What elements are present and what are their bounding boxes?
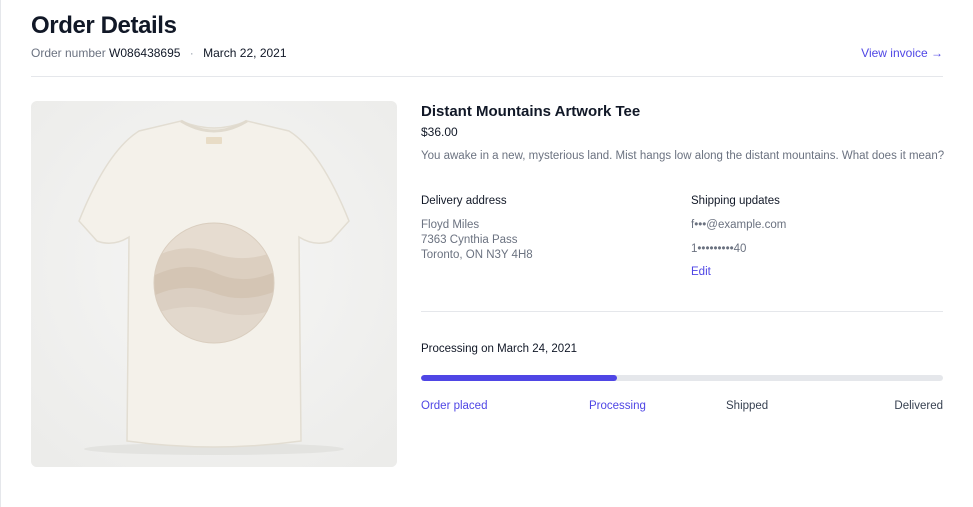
edit-shipping-link[interactable]: Edit bbox=[691, 266, 711, 278]
delivery-city: Toronto, ON N3Y 4H8 bbox=[421, 249, 533, 261]
section-divider bbox=[421, 311, 943, 312]
product-price: $36.00 bbox=[421, 125, 458, 139]
delivery-address-title: Delivery address bbox=[421, 195, 507, 207]
progress-bar-fill bbox=[421, 375, 617, 381]
processing-status: Processing on March 24, 2021 bbox=[421, 343, 577, 355]
step-delivered: Delivered bbox=[894, 400, 943, 412]
product-image bbox=[31, 101, 397, 467]
meta-separator: · bbox=[189, 46, 194, 60]
step-processing: Processing bbox=[589, 400, 646, 412]
shipping-phone: 1•••••••••40 bbox=[691, 243, 747, 255]
product-name: Distant Mountains Artwork Tee bbox=[421, 103, 641, 120]
step-order-placed: Order placed bbox=[421, 400, 488, 412]
delivery-name: Floyd Miles bbox=[421, 219, 480, 231]
product-description: You awake in a new, mysterious land. Mis… bbox=[421, 150, 945, 162]
header-divider bbox=[31, 76, 943, 77]
order-details-page: Order Details Order number W086438695 · … bbox=[0, 0, 973, 507]
step-shipped: Shipped bbox=[726, 400, 769, 412]
page-title: Order Details bbox=[31, 12, 177, 39]
order-meta: Order number W086438695 · March 22, 2021 bbox=[31, 46, 287, 60]
tshirt-icon bbox=[31, 101, 397, 467]
shipping-email: f•••@example.com bbox=[691, 219, 787, 231]
left-divider bbox=[0, 0, 1, 507]
shipping-updates-title: Shipping updates bbox=[691, 195, 780, 207]
order-date: March 22, 2021 bbox=[203, 46, 287, 60]
progress-bar bbox=[421, 375, 943, 381]
view-invoice-link[interactable]: View invoice → bbox=[861, 46, 943, 60]
order-number: W086438695 bbox=[109, 46, 181, 60]
order-number-label: Order number bbox=[31, 46, 106, 60]
delivery-street: 7363 Cynthia Pass bbox=[421, 234, 518, 246]
